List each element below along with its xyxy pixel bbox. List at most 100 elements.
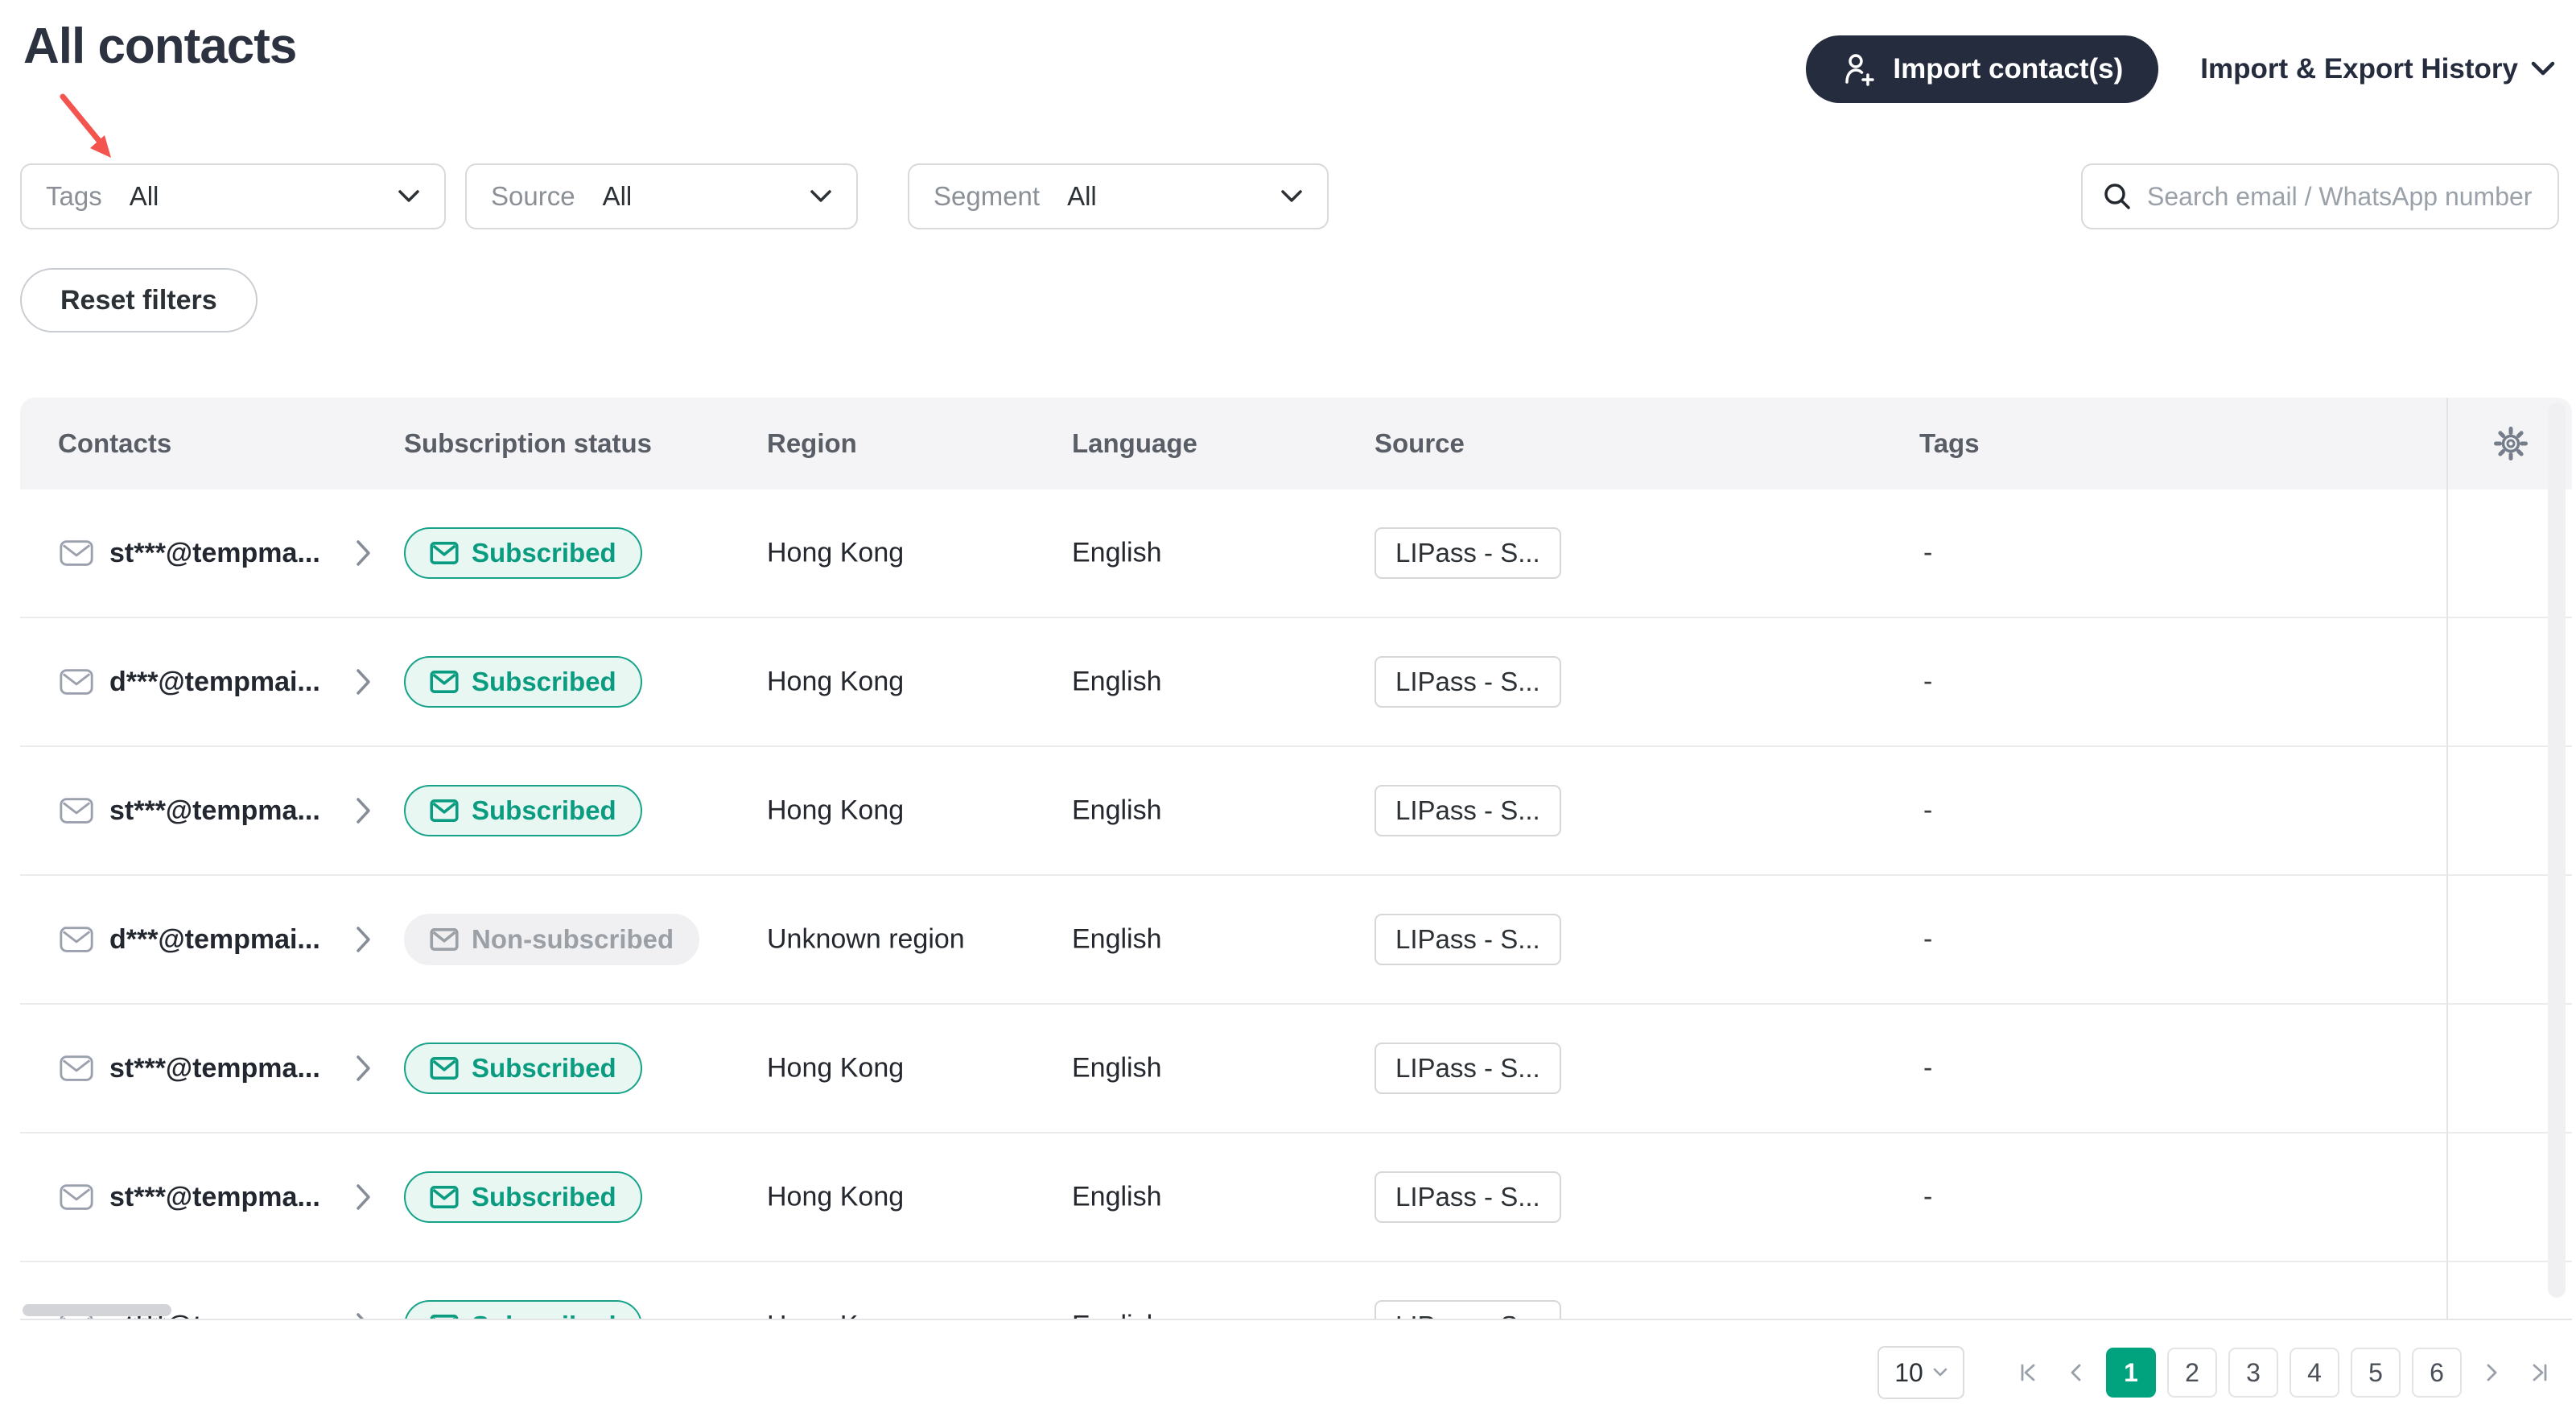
column-settings-button[interactable] <box>2492 424 2530 463</box>
column-header-contacts: Contacts <box>58 428 172 458</box>
tags-cell: - <box>1923 666 1933 697</box>
first-page-button[interactable] <box>2009 1348 2046 1398</box>
region-cell: Hong Kong <box>767 1052 905 1084</box>
language-cell: English <box>1072 923 1162 955</box>
red-arrow-icon <box>60 93 111 158</box>
page-size-value: 10 <box>1894 1357 1923 1387</box>
envelope-icon <box>430 671 459 693</box>
import-export-history-label: Import & Export History <box>2200 53 2518 85</box>
horizontal-scrollbar-thumb[interactable] <box>23 1304 171 1316</box>
segment-filter-label: Segment <box>934 181 1041 211</box>
source-chip: LIPass - S... <box>1375 656 1561 708</box>
language-cell: English <box>1072 666 1162 697</box>
settings-column-divider <box>2446 398 2448 1319</box>
reset-filters-button[interactable]: Reset filters <box>20 268 258 332</box>
page-button-1[interactable]: 1 <box>2106 1348 2156 1398</box>
contact-email: d***@tempmai... <box>109 923 320 955</box>
last-page-button[interactable] <box>2521 1348 2558 1398</box>
tags-filter-dropdown[interactable]: Tags All <box>20 163 446 229</box>
region-cell: Hong Kong <box>767 666 905 697</box>
source-chip: LIPass - S... <box>1375 1043 1561 1094</box>
subscription-badge: Subscribed <box>404 656 642 708</box>
column-header-source: Source <box>1375 428 1465 458</box>
chevron-right-icon[interactable] <box>356 1312 372 1320</box>
source-chip: LIPass - S... <box>1375 914 1561 965</box>
source-chip: LIPass - S... <box>1375 1300 1561 1319</box>
vertical-scrollbar[interactable] <box>2548 403 2566 1298</box>
contact-cell[interactable]: st***@tempma... <box>58 792 372 829</box>
chevron-right-icon[interactable] <box>356 1183 372 1211</box>
contact-cell[interactable]: d***@tempmai... <box>58 663 372 700</box>
subscription-status-label: Subscribed <box>472 538 616 568</box>
contact-cell[interactable]: st***@tempma... <box>58 1179 372 1216</box>
double-chevron-left-icon <box>2021 1364 2035 1381</box>
source-filter-label: Source <box>491 181 575 211</box>
contacts-table: Contacts Subscription status Region Lang… <box>20 398 2572 1320</box>
table-row: st***@tempma... Subscribed Hong Kong Eng… <box>20 1262 2572 1320</box>
page-button-4[interactable]: 4 <box>2290 1348 2339 1398</box>
contacts-page: All contacts Import contact(s) Import & … <box>0 0 2576 1408</box>
header-actions: Import contact(s) Import & Export Histor… <box>1806 35 2555 103</box>
subscription-status-label: Subscribed <box>472 667 616 696</box>
page-size-select[interactable]: 10 <box>1877 1346 1964 1399</box>
table-row: d***@tempmai... Non-subscribed Unknown r… <box>20 876 2572 1005</box>
column-header-region: Region <box>767 428 857 458</box>
segment-filter-dropdown[interactable]: Segment All <box>908 163 1329 229</box>
table-header: Contacts Subscription status Region Lang… <box>20 398 2572 489</box>
language-cell: English <box>1072 1311 1162 1319</box>
table-row: st***@tempma... Subscribed Hong Kong Eng… <box>20 489 2572 618</box>
contact-cell[interactable]: d***@tempmai... <box>58 921 372 958</box>
column-header-subscription-status: Subscription status <box>404 428 653 458</box>
chevron-left-icon <box>2071 1364 2081 1381</box>
chevron-right-icon[interactable] <box>356 539 372 567</box>
page-button-6[interactable]: 6 <box>2412 1348 2462 1398</box>
import-export-history-menu[interactable]: Import & Export History <box>2200 53 2555 85</box>
envelope-icon <box>60 927 93 952</box>
chevron-down-icon <box>2531 61 2555 76</box>
source-chip: LIPass - S... <box>1375 785 1561 836</box>
column-header-language: Language <box>1072 428 1197 458</box>
chevron-right-icon[interactable] <box>356 1055 372 1082</box>
contact-email: st***@tempma... <box>109 1181 320 1212</box>
region-cell: Hong Kong <box>767 1181 905 1212</box>
contact-cell[interactable]: st***@tempma... <box>58 1050 372 1087</box>
region-cell: Unknown region <box>767 923 965 955</box>
chevron-right-icon <box>2487 1364 2497 1381</box>
contact-email: st***@tempma... <box>109 537 320 568</box>
table-row: st***@tempma... Subscribed Hong Kong Eng… <box>20 1005 2572 1133</box>
language-cell: English <box>1072 1052 1162 1084</box>
source-filter-value: All <box>602 181 633 211</box>
table-row: st***@tempma... Subscribed Hong Kong Eng… <box>20 1133 2572 1262</box>
subscription-status-label: Subscribed <box>472 795 616 825</box>
envelope-icon <box>430 799 459 822</box>
previous-page-button[interactable] <box>2058 1348 2095 1398</box>
import-contacts-button[interactable]: Import contact(s) <box>1806 35 2159 103</box>
import-contacts-label: Import contact(s) <box>1893 53 2124 85</box>
page-button-3[interactable]: 3 <box>2228 1348 2278 1398</box>
next-page-button[interactable] <box>2473 1348 2510 1398</box>
page-button-5[interactable]: 5 <box>2351 1348 2401 1398</box>
contact-cell[interactable]: st***@tempma... <box>58 535 372 572</box>
source-filter-dropdown[interactable]: Source All <box>465 163 858 229</box>
envelope-icon <box>60 798 93 824</box>
contact-email: d***@tempmai... <box>109 666 320 697</box>
subscription-status-label: Subscribed <box>472 1182 616 1212</box>
chevron-right-icon[interactable] <box>356 668 372 696</box>
tags-cell: - <box>1923 795 1933 826</box>
envelope-icon <box>60 1055 93 1081</box>
search-field <box>2081 163 2559 229</box>
language-cell: English <box>1072 1181 1162 1212</box>
subscription-badge: Subscribed <box>404 1043 642 1094</box>
chevron-right-icon[interactable] <box>356 797 372 824</box>
chevron-right-icon[interactable] <box>356 926 372 953</box>
page-title: All contacts <box>23 19 297 74</box>
search-input[interactable] <box>2147 181 2538 212</box>
region-cell: Hong Kong <box>767 795 905 826</box>
page-button-2[interactable]: 2 <box>2167 1348 2217 1398</box>
chevron-down-icon <box>1281 190 1302 202</box>
table-row: d***@tempmai... Subscribed Hong Kong Eng… <box>20 618 2572 747</box>
double-chevron-right-icon <box>2533 1364 2547 1381</box>
subscription-badge: Subscribed <box>404 527 642 579</box>
gear-icon <box>2494 427 2528 460</box>
region-cell: Hong Kong <box>767 537 905 568</box>
